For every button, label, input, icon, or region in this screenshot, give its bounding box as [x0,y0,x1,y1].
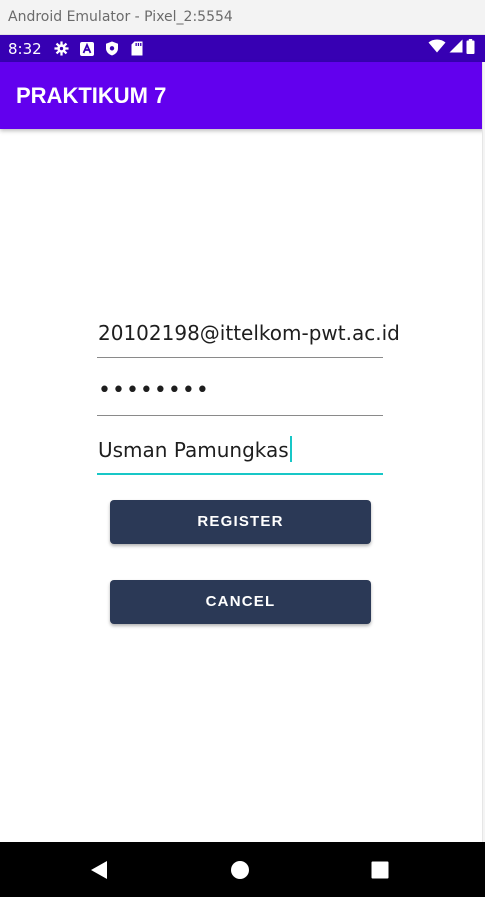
a-badge-icon [79,41,95,57]
cancel-button-label: CANCEL [205,593,276,610]
cancel-button[interactable]: CANCEL [110,580,371,624]
status-right-group [428,38,475,59]
home-icon[interactable] [229,859,251,881]
password-field[interactable]: •••••••• [97,376,383,416]
wifi-icon [428,39,446,58]
emulator-title-bar: Android Emulator - Pixel_2:5554 [0,0,485,35]
register-button[interactable]: REGISTER [110,500,371,544]
password-value: •••••••• [98,378,210,403]
back-icon[interactable] [88,859,110,881]
register-button-label: REGISTER [197,513,284,530]
app-title: PRAKTIKUM 7 [16,83,167,108]
gear-icon [54,41,70,57]
text-cursor [289,436,292,462]
recents-icon[interactable] [369,859,391,881]
email-field[interactable]: 20102198@ittelkom-pwt.ac.id [97,318,400,358]
signal-icon [449,39,463,58]
status-bar: 8:32 [0,35,485,62]
sd-card-icon [129,41,145,57]
navigation-bar [0,842,485,897]
name-field[interactable]: Usman Pamungkas [97,435,383,475]
battery-icon [466,38,475,59]
name-value: Usman Pamungkas [98,438,289,462]
shield-icon [104,41,120,57]
emulator-window: Android Emulator - Pixel_2:5554 8:32 PRA… [0,0,485,897]
email-value: 20102198@ittelkom-pwt.ac.id [98,321,400,345]
app-bar: PRAKTIKUM 7 [0,62,485,129]
status-time: 8:32 [8,39,42,58]
emulator-title: Android Emulator - Pixel_2:5554 [8,9,233,25]
